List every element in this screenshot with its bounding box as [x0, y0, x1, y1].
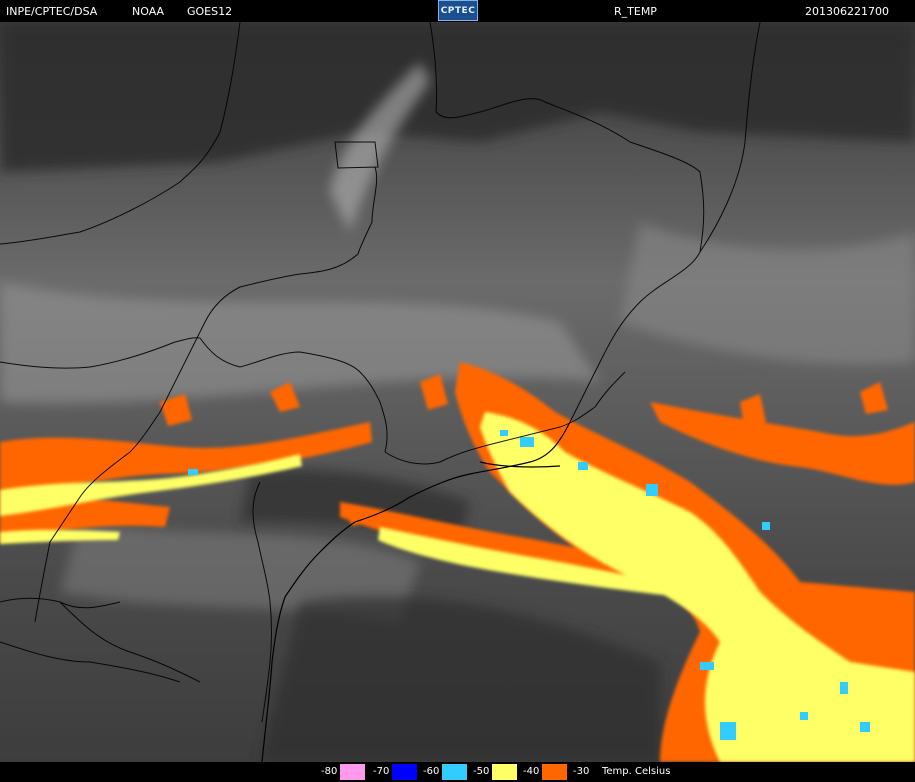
legend-label: -80	[318, 764, 341, 780]
product-label: R_TEMP	[614, 5, 657, 18]
legend-swatch	[492, 764, 518, 780]
header-bar: INPE/CPTEC/DSA NOAA GOES12 CPTEC R_TEMP …	[0, 0, 915, 22]
legend-label: -30	[570, 764, 593, 780]
legend-swatch	[442, 764, 468, 780]
legend-item-80: -80	[318, 764, 366, 780]
legend-label: -50	[470, 764, 493, 780]
legend-item-40: -40	[520, 764, 568, 780]
legend-label: -70	[370, 764, 393, 780]
legend-swatch	[340, 764, 366, 780]
satellite-label: GOES12	[187, 5, 233, 18]
legend-swatch	[392, 764, 418, 780]
satellite-map	[0, 22, 915, 762]
legend-item-70: -70	[370, 764, 418, 780]
legend-units: Temp. Celsius	[602, 766, 671, 777]
timestamp-label: 201306221700	[805, 5, 889, 18]
legend-label: -40	[520, 764, 543, 780]
temperature-legend: -80 -70 -60 -50 -40 -30 Temp. Celsius	[0, 762, 915, 782]
cptec-logo: CPTEC	[438, 0, 478, 21]
legend-swatch	[542, 764, 568, 780]
legend-item-50: -50	[470, 764, 518, 780]
legend-item-30: -30	[570, 764, 593, 780]
legend-label: -60	[420, 764, 443, 780]
agency-label: INPE/CPTEC/DSA	[6, 5, 98, 18]
legend-item-60: -60	[420, 764, 468, 780]
source-label: NOAA	[132, 5, 165, 18]
